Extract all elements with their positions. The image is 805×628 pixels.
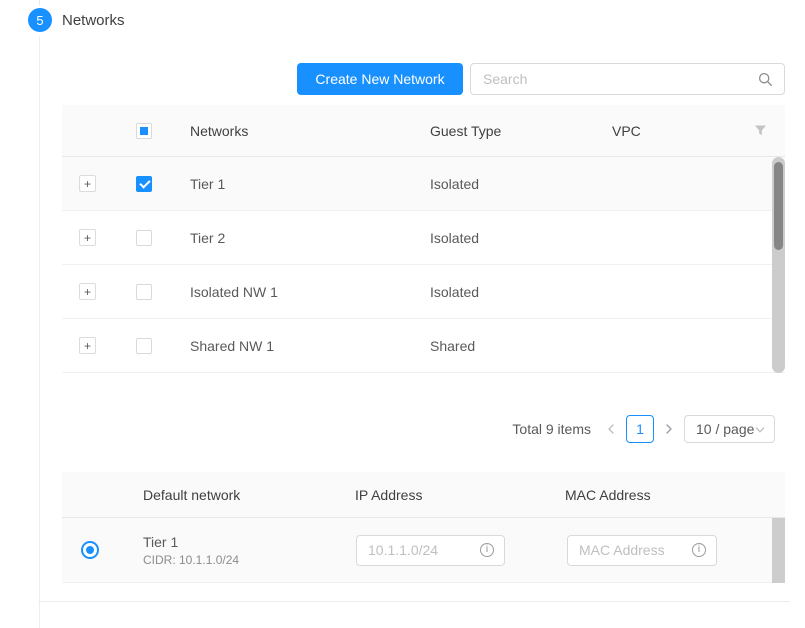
mac-address-field[interactable] — [567, 535, 717, 566]
row-checkbox[interactable] — [136, 176, 152, 192]
page-size-select[interactable]: 10 / page — [684, 415, 775, 443]
network-name: Isolated NW 1 — [170, 284, 420, 300]
pagination-next-button[interactable] — [660, 415, 678, 443]
chevron-right-icon — [665, 423, 673, 435]
network-name: Shared NW 1 — [170, 338, 420, 354]
select-all-checkbox[interactable] — [136, 123, 152, 139]
filter-icon[interactable] — [754, 124, 767, 137]
default-network-row[interactable]: Tier 1 CIDR: 10.1.1.0/24 — [62, 518, 785, 583]
guest-type-value: Isolated — [420, 230, 600, 246]
chevron-left-icon — [607, 423, 615, 435]
default-network-cidr: CIDR: 10.1.1.0/24 — [143, 553, 342, 567]
mac-address-input[interactable] — [568, 542, 692, 558]
ip-address-input[interactable] — [357, 542, 480, 558]
pagination-prev-button[interactable] — [602, 415, 620, 443]
row-checkbox[interactable] — [136, 230, 152, 246]
step-number: 5 — [36, 13, 43, 28]
network-name: Tier 2 — [170, 230, 420, 246]
pagination-total: Total 9 items — [512, 421, 591, 437]
default-network-table-header: Default network IP Address MAC Address — [62, 472, 785, 518]
step-connector-top — [39, 0, 40, 5]
default-network-table: Default network IP Address MAC Address T… — [62, 472, 785, 583]
row-checkbox[interactable] — [136, 284, 152, 300]
guest-type-value: Isolated — [420, 284, 600, 300]
column-header-default-network: Default network — [117, 487, 342, 503]
filter-cell — [740, 124, 785, 137]
default-network-name: Tier 1 — [143, 534, 342, 550]
default-network-radio[interactable] — [81, 541, 99, 559]
table-row[interactable]: + Shared NW 1 Shared — [62, 319, 785, 373]
expand-row-button[interactable]: + — [79, 229, 96, 246]
row-checkbox[interactable] — [136, 338, 152, 354]
vm-wizard-networks-step: 5 Networks Create New Network Networks G… — [0, 0, 805, 628]
search-input[interactable] — [471, 71, 758, 87]
column-header-networks: Networks — [170, 123, 420, 139]
guest-type-value: Shared — [420, 338, 600, 354]
networks-table-header: Networks Guest Type VPC — [62, 105, 785, 157]
pagination: Total 9 items 1 10 / page — [512, 415, 775, 443]
expand-row-button[interactable]: + — [79, 337, 96, 354]
guest-type-value: Isolated — [420, 176, 600, 192]
vertical-scrollbar-track[interactable] — [772, 518, 785, 583]
chevron-down-icon — [755, 426, 765, 434]
step-title: Networks — [62, 12, 125, 29]
create-new-network-button[interactable]: Create New Network — [297, 63, 463, 95]
search-icon[interactable] — [758, 72, 773, 87]
expand-row-button[interactable]: + — [79, 283, 96, 300]
column-header-guest-type: Guest Type — [420, 123, 600, 139]
page-size-value: 10 / page — [696, 421, 754, 437]
vertical-scrollbar-thumb[interactable] — [774, 162, 783, 250]
expand-row-button[interactable]: + — [79, 175, 96, 192]
column-header-vpc: VPC — [600, 123, 740, 139]
networks-table: Networks Guest Type VPC + Tier 1 Isolate… — [62, 105, 785, 373]
info-icon — [480, 543, 494, 557]
table-row[interactable]: + Tier 2 Isolated — [62, 211, 785, 265]
pagination-page-1[interactable]: 1 — [626, 415, 654, 443]
search-box[interactable] — [470, 63, 785, 95]
info-icon — [692, 543, 706, 557]
network-name: Tier 1 — [170, 176, 420, 192]
step-connector-line — [39, 36, 40, 628]
table-row[interactable]: + Isolated NW 1 Isolated — [62, 265, 785, 319]
step-number-badge: 5 — [28, 8, 52, 32]
table-row[interactable]: + Tier 1 Isolated — [62, 157, 785, 211]
column-header-mac-address: MAC Address — [554, 487, 785, 503]
select-all-cell — [117, 123, 170, 139]
section-divider — [38, 601, 790, 602]
column-header-ip-address: IP Address — [342, 487, 554, 503]
ip-address-field[interactable] — [356, 535, 505, 566]
